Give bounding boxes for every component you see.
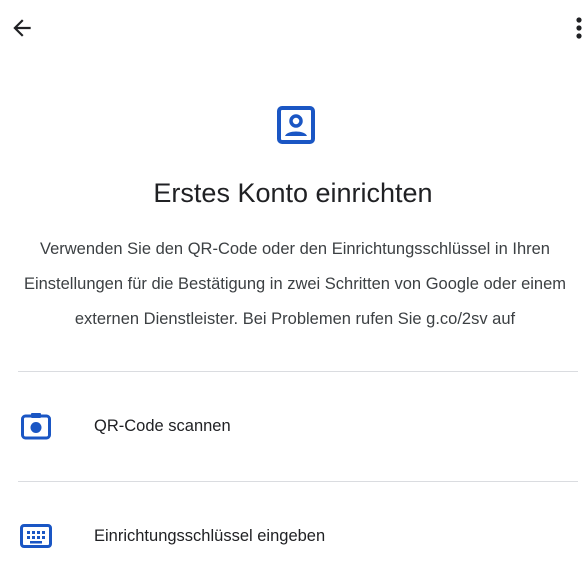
page-title: Erstes Konto einrichten <box>153 178 433 208</box>
account-box-icon <box>277 106 315 144</box>
back-button[interactable] <box>8 14 36 42</box>
scan-qr-code-label: QR-Code scannen <box>94 416 231 435</box>
more-options-button[interactable] <box>572 14 586 42</box>
enter-setup-key-label: Einrichtungsschlüssel eingeben <box>94 526 326 545</box>
enter-setup-key-option[interactable]: Einrichtungsschlüssel eingeben <box>0 506 586 566</box>
arrow-back-icon <box>13 19 31 37</box>
divider <box>18 481 578 482</box>
divider <box>18 371 578 372</box>
camera-icon <box>20 410 52 442</box>
setup-description: Verwenden Sie den QR-Code oder den Einri… <box>23 240 567 328</box>
more-vert-icon <box>576 17 582 39</box>
keyboard-icon <box>20 520 52 552</box>
setup-screen: Erstes Konto einrichten Verwenden Sie de… <box>0 0 586 585</box>
scan-qr-code-option[interactable]: QR-Code scannen <box>0 396 586 456</box>
